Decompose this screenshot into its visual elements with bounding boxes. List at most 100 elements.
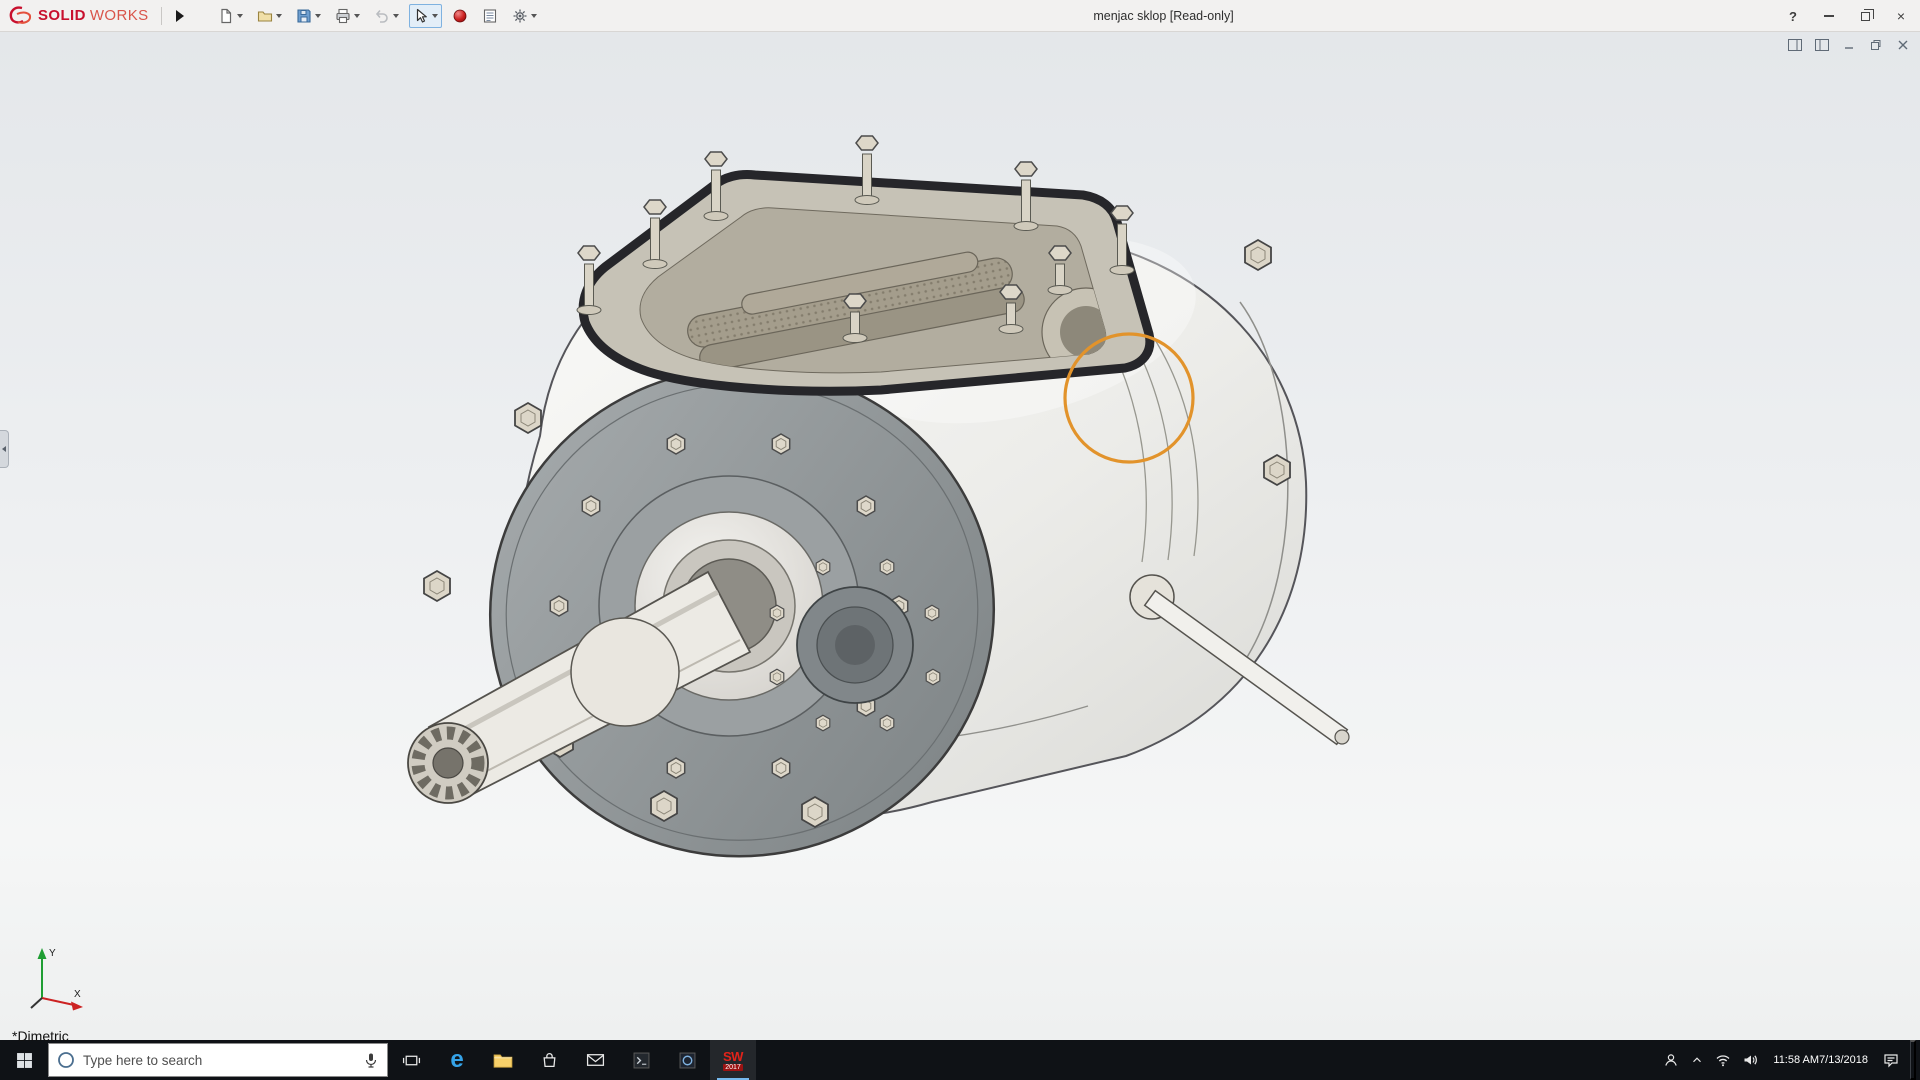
solidworks-app-icon: SW 2017: [723, 1050, 743, 1071]
doc-close-icon: [1897, 39, 1909, 51]
tray-overflow-button[interactable]: [1690, 1053, 1704, 1067]
save-button[interactable]: [292, 4, 325, 28]
windows-taskbar: e SW 2017: [0, 1040, 1920, 1080]
doc-minimize-button[interactable]: [1840, 37, 1858, 52]
minimize-button[interactable]: [1820, 6, 1838, 26]
help-button[interactable]: ?: [1784, 6, 1802, 26]
y-axis-arrow-icon: [38, 948, 47, 959]
save-floppy-icon: [296, 8, 312, 24]
folder-icon: [493, 1052, 513, 1068]
material-sphere-button[interactable]: [448, 4, 472, 28]
console-app-button[interactable]: [618, 1040, 664, 1080]
doc-restore-button[interactable]: [1867, 37, 1885, 52]
orientation-triad: Y X: [16, 942, 94, 1018]
gearbox-model: [0, 32, 1920, 1040]
close-button[interactable]: ×: [1892, 6, 1910, 26]
view-orientation-label: *Dimetric: [12, 1028, 69, 1044]
secondary-hub: [797, 587, 913, 703]
taskbar-search[interactable]: [48, 1043, 388, 1077]
console-icon: [633, 1052, 650, 1069]
store-button[interactable]: [526, 1040, 572, 1080]
media-app-button[interactable]: [664, 1040, 710, 1080]
doc-close-button[interactable]: [1894, 37, 1912, 52]
dropdown-caret-icon: [237, 14, 243, 18]
system-tray: 11:58 AM 7/13/2018: [1663, 1040, 1920, 1080]
document-window-controls: [1786, 37, 1912, 52]
print-icon: [335, 8, 351, 24]
select-tool-button[interactable]: [409, 4, 442, 28]
menu-flyout-button[interactable]: [172, 6, 188, 26]
properties-list-icon: [482, 8, 498, 24]
solidworks-logo-mark: [8, 5, 34, 27]
edge-icon: e: [450, 1048, 463, 1072]
pane-split-right-icon: [1815, 39, 1829, 51]
dropdown-caret-icon: [432, 14, 438, 18]
microphone-icon[interactable]: [363, 1052, 379, 1068]
undo-icon: [374, 8, 390, 24]
logo-text-solid: SOLID: [38, 7, 86, 24]
solidworks-logo: SOLID WORKS: [6, 5, 149, 27]
media-app-icon: [679, 1052, 696, 1069]
quick-toolbar: [214, 4, 541, 28]
play-arrow-icon: [176, 10, 184, 22]
pane-split-left-icon: [1788, 39, 1802, 51]
task-view-icon: [402, 1053, 421, 1068]
select-cursor-icon: [413, 8, 429, 24]
minimize-icon: [1824, 15, 1834, 17]
dropdown-caret-icon: [315, 14, 321, 18]
mail-envelope-icon: [586, 1053, 605, 1067]
dropdown-caret-icon: [276, 14, 282, 18]
edge-button[interactable]: e: [434, 1040, 480, 1080]
store-bag-icon: [541, 1052, 558, 1069]
x-axis-arrow-icon: [71, 1002, 83, 1011]
print-button[interactable]: [331, 4, 364, 28]
pane-split-left-button[interactable]: [1786, 37, 1804, 52]
y-axis-label: Y: [49, 948, 56, 959]
chevron-up-icon: [1690, 1053, 1704, 1067]
start-button[interactable]: [0, 1040, 48, 1080]
maximize-button[interactable]: [1856, 6, 1874, 26]
doc-minimize-icon: [1843, 39, 1855, 51]
cortana-circle-icon: [57, 1051, 75, 1069]
x-axis-label: X: [74, 989, 81, 1000]
sw-version-badge: 2017: [723, 1064, 743, 1071]
open-folder-icon: [257, 8, 273, 24]
taskbar-clock[interactable]: 11:58 AM 7/13/2018: [1769, 1054, 1872, 1067]
options-button[interactable]: [508, 4, 541, 28]
action-center-button[interactable]: [1883, 1052, 1899, 1068]
people-button[interactable]: [1663, 1052, 1679, 1068]
network-button[interactable]: [1715, 1052, 1731, 1068]
search-input[interactable]: [83, 1053, 355, 1068]
show-desktop-strip[interactable]: [1910, 1040, 1916, 1080]
undo-button[interactable]: [370, 4, 403, 28]
file-explorer-button[interactable]: [480, 1040, 526, 1080]
window-controls: ? ×: [1784, 0, 1910, 32]
windows-logo-icon: [16, 1052, 33, 1069]
window-title: menjac sklop [Read-only]: [1093, 9, 1233, 23]
restore-icon: [1861, 12, 1870, 21]
gear-icon: [512, 8, 528, 24]
volume-button[interactable]: [1742, 1052, 1758, 1068]
speaker-icon: [1742, 1052, 1758, 1068]
dropdown-caret-icon: [531, 14, 537, 18]
document-properties-button[interactable]: [478, 4, 502, 28]
red-sphere-icon: [452, 8, 468, 24]
panel-collapse-tab[interactable]: [0, 430, 9, 468]
wifi-icon: [1715, 1052, 1731, 1068]
mail-button[interactable]: [572, 1040, 618, 1080]
dropdown-caret-icon: [393, 14, 399, 18]
graphics-viewport[interactable]: Y X *Dimetric: [0, 32, 1920, 1040]
dropdown-caret-icon: [354, 14, 360, 18]
solidworks-taskbar-button[interactable]: SW 2017: [710, 1040, 756, 1080]
pane-split-right-button[interactable]: [1813, 37, 1831, 52]
people-icon: [1663, 1052, 1679, 1068]
new-document-button[interactable]: [214, 4, 247, 28]
chevron-left-icon: [2, 446, 6, 452]
action-center-icon: [1883, 1052, 1899, 1068]
titlebar: SOLID WORKS: [0, 0, 1920, 32]
logo-text-works: WORKS: [90, 7, 149, 24]
task-view-button[interactable]: [388, 1040, 434, 1080]
open-button[interactable]: [253, 4, 286, 28]
divider: [161, 7, 162, 25]
clock-date: 7/13/2018: [1819, 1054, 1868, 1067]
